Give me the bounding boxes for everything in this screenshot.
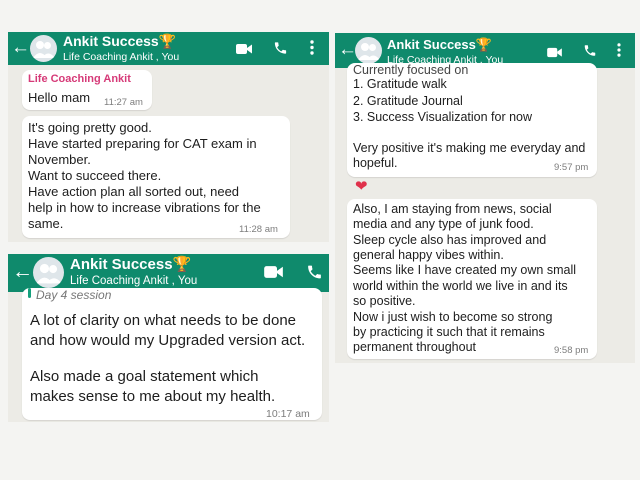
message-bubble[interactable]: Day 4 session A lot of clarity on what n…	[22, 288, 322, 420]
message-time: 9:57 pm	[554, 162, 589, 173]
quoted-message-preview[interactable]: Day 4 session	[36, 288, 111, 302]
contact-name[interactable]: Ankit Success🏆	[63, 33, 176, 50]
message-line: Very positive it's making me everyday an…	[353, 141, 586, 155]
message-line: hopeful.	[353, 156, 398, 170]
message-line: A lot of clarity on what needs to be don…	[30, 312, 297, 329]
group-avatar-icon[interactable]	[355, 37, 382, 64]
message-line: by practicing it such that it remains	[353, 325, 545, 339]
chat-panel-1: ← Ankit Success🏆 Life Coaching Ankit , Y…	[8, 32, 329, 242]
message-bubble[interactable]: Currently focused on 1. Gratitude walk 2…	[347, 63, 597, 177]
video-call-icon[interactable]	[264, 265, 283, 284]
contact-subtitle[interactable]: Life Coaching Ankit , You	[70, 275, 197, 287]
message-bubble[interactable]: Also, I am staying from news, social med…	[347, 199, 597, 359]
message-line: Have started preparing for CAT exam in	[28, 136, 257, 151]
voice-call-icon[interactable]	[273, 40, 288, 61]
back-arrow-icon[interactable]: ←	[12, 260, 33, 284]
message-line: Also, I am staying from news, social	[353, 202, 552, 216]
contact-name[interactable]: Ankit Success🏆	[387, 37, 492, 53]
message-line: world within the world we live in and it…	[353, 279, 568, 293]
message-line: so positive.	[353, 294, 416, 308]
message-line: same.	[28, 216, 64, 231]
message-line: general happy vibes within.	[353, 248, 504, 262]
more-options-icon[interactable]	[617, 43, 621, 62]
message-time: 10:17 am	[266, 408, 310, 420]
contact-subtitle[interactable]: Life Coaching Ankit , You	[63, 51, 179, 63]
message-bubble[interactable]: Life Coaching Ankit Hello mam 11:27 am	[22, 70, 152, 110]
message-line: November.	[28, 152, 91, 167]
message-line: permanent throughout	[353, 340, 477, 354]
message-line: Sleep cycle also has improved and	[353, 233, 547, 247]
back-arrow-icon[interactable]: ←	[11, 37, 30, 59]
chat-header: ← Ankit Success🏆 Life Coaching Ankit , Y…	[8, 254, 329, 292]
message-text: Hello mam	[28, 90, 91, 105]
chat-panel-2: ← Ankit Success🏆 Life Coaching Ankit , Y…	[8, 254, 329, 422]
chat-header: ← Ankit Success🏆 Life Coaching Ankit , Y…	[8, 32, 329, 65]
message-line: Seems like I have created my own small	[353, 263, 577, 277]
video-call-icon[interactable]	[236, 42, 252, 60]
group-avatar-icon[interactable]	[30, 35, 57, 62]
message-line: help in how to increase vibrations for t…	[28, 200, 261, 215]
more-options-icon[interactable]	[310, 40, 314, 60]
message-bubble[interactable]: It's going pretty good. Have started pre…	[22, 116, 290, 238]
message-line: and how would my Upgraded version act.	[30, 332, 306, 349]
message-time: 9:58 pm	[554, 345, 589, 356]
message-line: It's going pretty good.	[28, 120, 152, 135]
message-line: 2. Gratitude Journal	[353, 94, 463, 108]
message-line: Currently focused on	[353, 63, 469, 77]
message-line: 1. Gratitude walk	[353, 77, 447, 91]
contact-name[interactable]: Ankit Success🏆	[70, 255, 191, 273]
sender-name: Life Coaching Ankit	[28, 73, 131, 85]
heart-reaction-icon[interactable]: ❤	[355, 177, 368, 195]
chat-panel-3: ← Ankit Success🏆 Life Coaching Ankit , Y…	[335, 33, 635, 363]
message-line: Now i just wish to become so strong	[353, 310, 553, 324]
video-call-icon[interactable]	[547, 45, 562, 63]
message-line: makes sense to me about my health.	[30, 388, 276, 405]
message-line: Want to succeed there.	[28, 168, 162, 183]
message-line: Have action plan all sorted out, need	[28, 184, 240, 199]
reply-quote-bar	[28, 288, 31, 298]
message-line: media and any type of junk food.	[353, 217, 534, 231]
message-line: 3. Success Visualization for now	[353, 110, 533, 124]
message-time: 11:27 am	[104, 97, 143, 108]
message-line: Also made a goal statement which	[30, 368, 259, 385]
message-time: 11:28 am	[239, 224, 278, 235]
voice-call-icon[interactable]	[583, 43, 597, 63]
group-avatar-icon[interactable]	[33, 257, 64, 288]
voice-call-icon[interactable]	[306, 263, 323, 286]
